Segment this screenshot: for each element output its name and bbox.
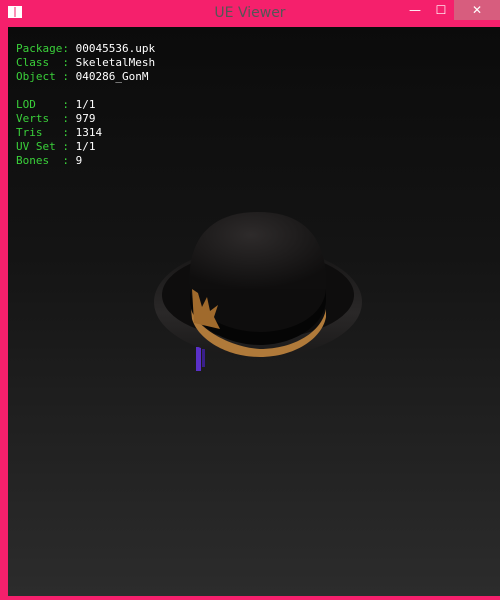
hat-crown [189,212,327,289]
close-button[interactable]: ✕ [454,0,500,20]
bowler-hat-model [154,212,362,371]
tassel-right [202,349,205,367]
minimize-button[interactable]: — [402,0,428,20]
tassel-left [196,347,201,371]
title-bar[interactable]: UE Viewer — ☐ ✕ [4,0,500,27]
maximize-button[interactable]: ☐ [428,0,454,20]
3d-viewport[interactable]: Package: 00045536.upk Class : SkeletalMe… [8,27,500,596]
app-window: UE Viewer — ☐ ✕ Package: 00045536.upk Cl… [0,0,500,600]
